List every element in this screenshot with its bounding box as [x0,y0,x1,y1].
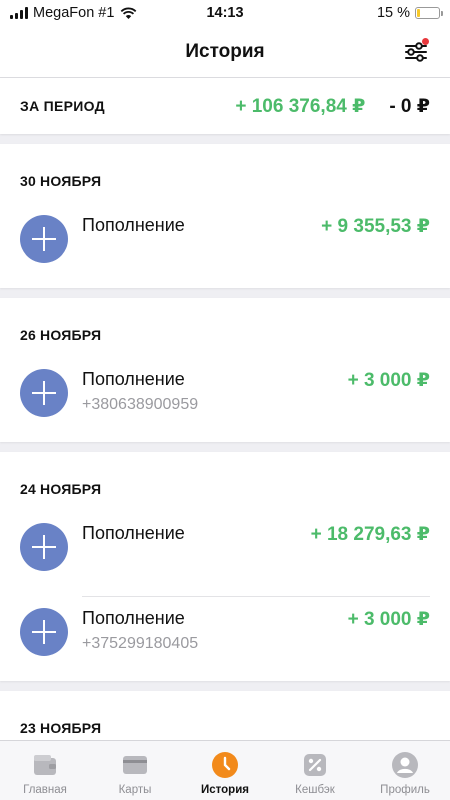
percent-icon [304,754,326,776]
transaction-phone: +380638900959 [82,396,199,413]
card-icon [123,756,147,774]
transaction-amount: + 18 279,63 ₽ [310,524,430,545]
group-date: 26 НОЯБРЯ [20,327,102,343]
transaction-row[interactable]: Пополнение +380638900959 + 3 000 ₽ [0,357,450,442]
plus-icon [20,523,68,571]
transaction-title: Пополнение [82,608,185,628]
group-date: 23 НОЯБРЯ [20,720,102,736]
wallet-icon [34,755,56,775]
group-date: 24 НОЯБРЯ [20,481,102,497]
clock-icon [212,752,238,778]
status-bar: MegaFon #1 14:13 15 % [0,0,450,26]
tab-clock[interactable]: История [180,741,270,800]
filter-button[interactable] [402,38,430,66]
user-icon [392,752,418,778]
page-title: История [185,40,265,62]
transaction-title: Пополнение [82,369,185,389]
navigation-bar: История [0,26,450,78]
transaction-amount: + 3 000 ₽ [347,370,430,391]
period-income: + 106 376,84 ₽ [235,95,366,117]
transaction-amount: + 9 355,53 ₽ [321,216,430,237]
tab-card[interactable]: Карты [90,741,180,800]
tab-wallet[interactable]: Главная [0,741,90,800]
transaction-row[interactable]: Пополнение + 9 355,53 ₽ [0,203,450,288]
battery-icon [415,7,443,19]
plus-icon [20,608,68,656]
date-group: 26 НОЯБРЯ Пополнение +380638900959 + 3 000 … [0,298,450,442]
transaction-row[interactable]: Пополнение +375299180405 + 3 000 ₽ [0,596,450,681]
transaction-list[interactable]: 30 НОЯБРЯ Пополнение + 9 355,53 ₽ 26 НОЯБРЯ… [0,134,450,740]
tab-bar: Главная Карты История Кешбэк Профиль [0,740,450,800]
tab-user[interactable]: Профиль [360,741,450,800]
date-group: 30 НОЯБРЯ Пополнение + 9 355,53 ₽ [0,144,450,288]
plus-icon [20,369,68,417]
plus-icon [20,215,68,263]
transaction-amount: + 3 000 ₽ [347,609,430,630]
tab-label: Карты [118,784,152,796]
notification-dot [422,38,429,45]
tab-label: Главная [23,784,67,796]
tab-label: Профиль [380,784,430,796]
transaction-title: Пополнение [82,215,185,235]
signal-icon [10,7,28,19]
tab-label: Кешбэк [295,784,335,796]
period-label: ЗА ПЕРИОД [20,98,105,114]
battery-percent: 15 % [376,5,410,21]
carrier-name: MegaFon #1 [33,5,115,21]
transaction-row[interactable]: Пополнение + 18 279,63 ₽ [0,511,450,596]
transaction-title: Пополнение [82,523,185,543]
period-summary: ЗА ПЕРИОД + 106 376,84 ₽ - 0 ₽ [0,78,450,134]
group-date: 30 НОЯБРЯ [20,173,102,189]
date-group: 23 НОЯБРЯ [0,691,450,740]
tab-label: История [201,784,249,796]
date-group: 24 НОЯБРЯ Пополнение + 18 279,63 ₽ Пополнен… [0,452,450,681]
wifi-icon [121,7,137,19]
tab-percent[interactable]: Кешбэк [270,741,360,800]
period-expense: - 0 ₽ [389,95,430,117]
transaction-phone: +375299180405 [82,635,199,652]
